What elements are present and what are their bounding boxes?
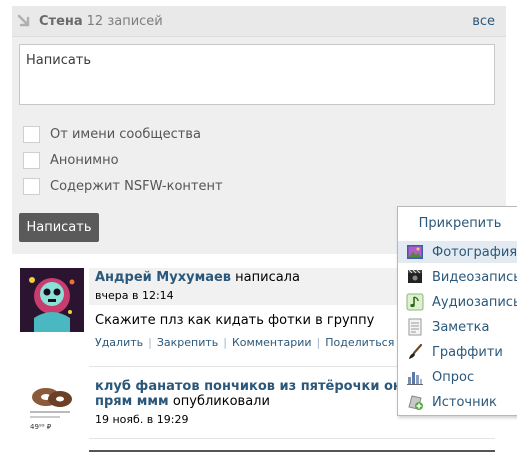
price-caption: 49⁹⁹ ₽ (30, 423, 52, 431)
option-anonymous-label: Анонимно (50, 152, 119, 168)
attach-source-label: Источник (432, 394, 497, 410)
option-as-community[interactable]: От имени сообщества (23, 125, 201, 143)
comments-link[interactable]: Комментарии (232, 336, 312, 349)
post-author-link[interactable]: Андрей Мухумаев (95, 270, 231, 285)
post-verb: написала (235, 270, 300, 285)
option-anonymous[interactable]: Анонимно (23, 151, 119, 169)
attach-menu-title[interactable]: Прикрепить (398, 216, 522, 231)
pin-post-link[interactable]: Закрепить (157, 336, 218, 349)
attach-poll[interactable]: Опрос (398, 366, 522, 388)
wall-all-link[interactable]: все (472, 14, 495, 29)
attach-graffiti-label: Граффити (432, 344, 503, 360)
page-root: Стена 12 записей все Написать От имени со… (0, 0, 523, 452)
attach-photo-label: Фотография (432, 244, 518, 260)
poll-icon (407, 372, 423, 385)
attach-audio[interactable]: Аудиозапись (398, 291, 522, 313)
option-as-community-label: От имени сообщества (50, 126, 201, 142)
share-link[interactable]: Поделиться (325, 336, 394, 349)
author-avatar[interactable] (20, 268, 84, 332)
separator: | (223, 336, 227, 349)
photo-icon (407, 245, 423, 259)
wall-post-count: 12 записей (86, 14, 163, 29)
attach-source[interactable]: Источник (398, 391, 522, 413)
attach-graffiti[interactable]: Граффити (398, 341, 522, 363)
collapse-arrow-icon[interactable] (17, 14, 31, 28)
checkbox-as-community[interactable] (23, 125, 40, 143)
wall-title-text: Стена (39, 14, 83, 29)
attach-note-label: Заметка (432, 319, 490, 335)
delete-post-link[interactable]: Удалить (95, 336, 143, 349)
submit-post-button[interactable]: Написать (19, 213, 99, 242)
post-divider (89, 438, 495, 439)
checkbox-anonymous[interactable] (23, 151, 40, 169)
attach-video-label: Видеозапись (432, 269, 521, 285)
separator: | (148, 336, 152, 349)
note-icon (408, 318, 422, 336)
audio-icon (406, 293, 424, 311)
attach-menu: Прикрепить Фотография Видеозапись Аудиоз… (397, 206, 523, 416)
community-avatar[interactable]: 49⁹⁹ ₽ (20, 377, 84, 441)
option-nsfw-label: Содержит NSFW-контент (50, 178, 223, 194)
right-edge (517, 0, 523, 452)
attach-poll-label: Опрос (432, 369, 475, 385)
attach-photo[interactable]: Фотография (398, 241, 522, 263)
post-input[interactable]: Написать (19, 44, 495, 105)
attach-note[interactable]: Заметка (398, 316, 522, 338)
separator: | (316, 336, 321, 349)
post-verb: опубликовали (172, 394, 270, 409)
video-icon (408, 269, 422, 283)
option-nsfw[interactable]: Содержит NSFW-контент (23, 177, 223, 195)
checkbox-nsfw[interactable] (23, 177, 40, 195)
attach-video[interactable]: Видеозапись (398, 266, 522, 288)
attach-audio-label: Аудиозапись (432, 294, 521, 310)
brush-icon (409, 343, 423, 359)
wall-header[interactable]: Стена 12 записей все (12, 6, 506, 37)
wall-title: Стена 12 записей (39, 14, 163, 29)
source-icon (408, 395, 423, 410)
